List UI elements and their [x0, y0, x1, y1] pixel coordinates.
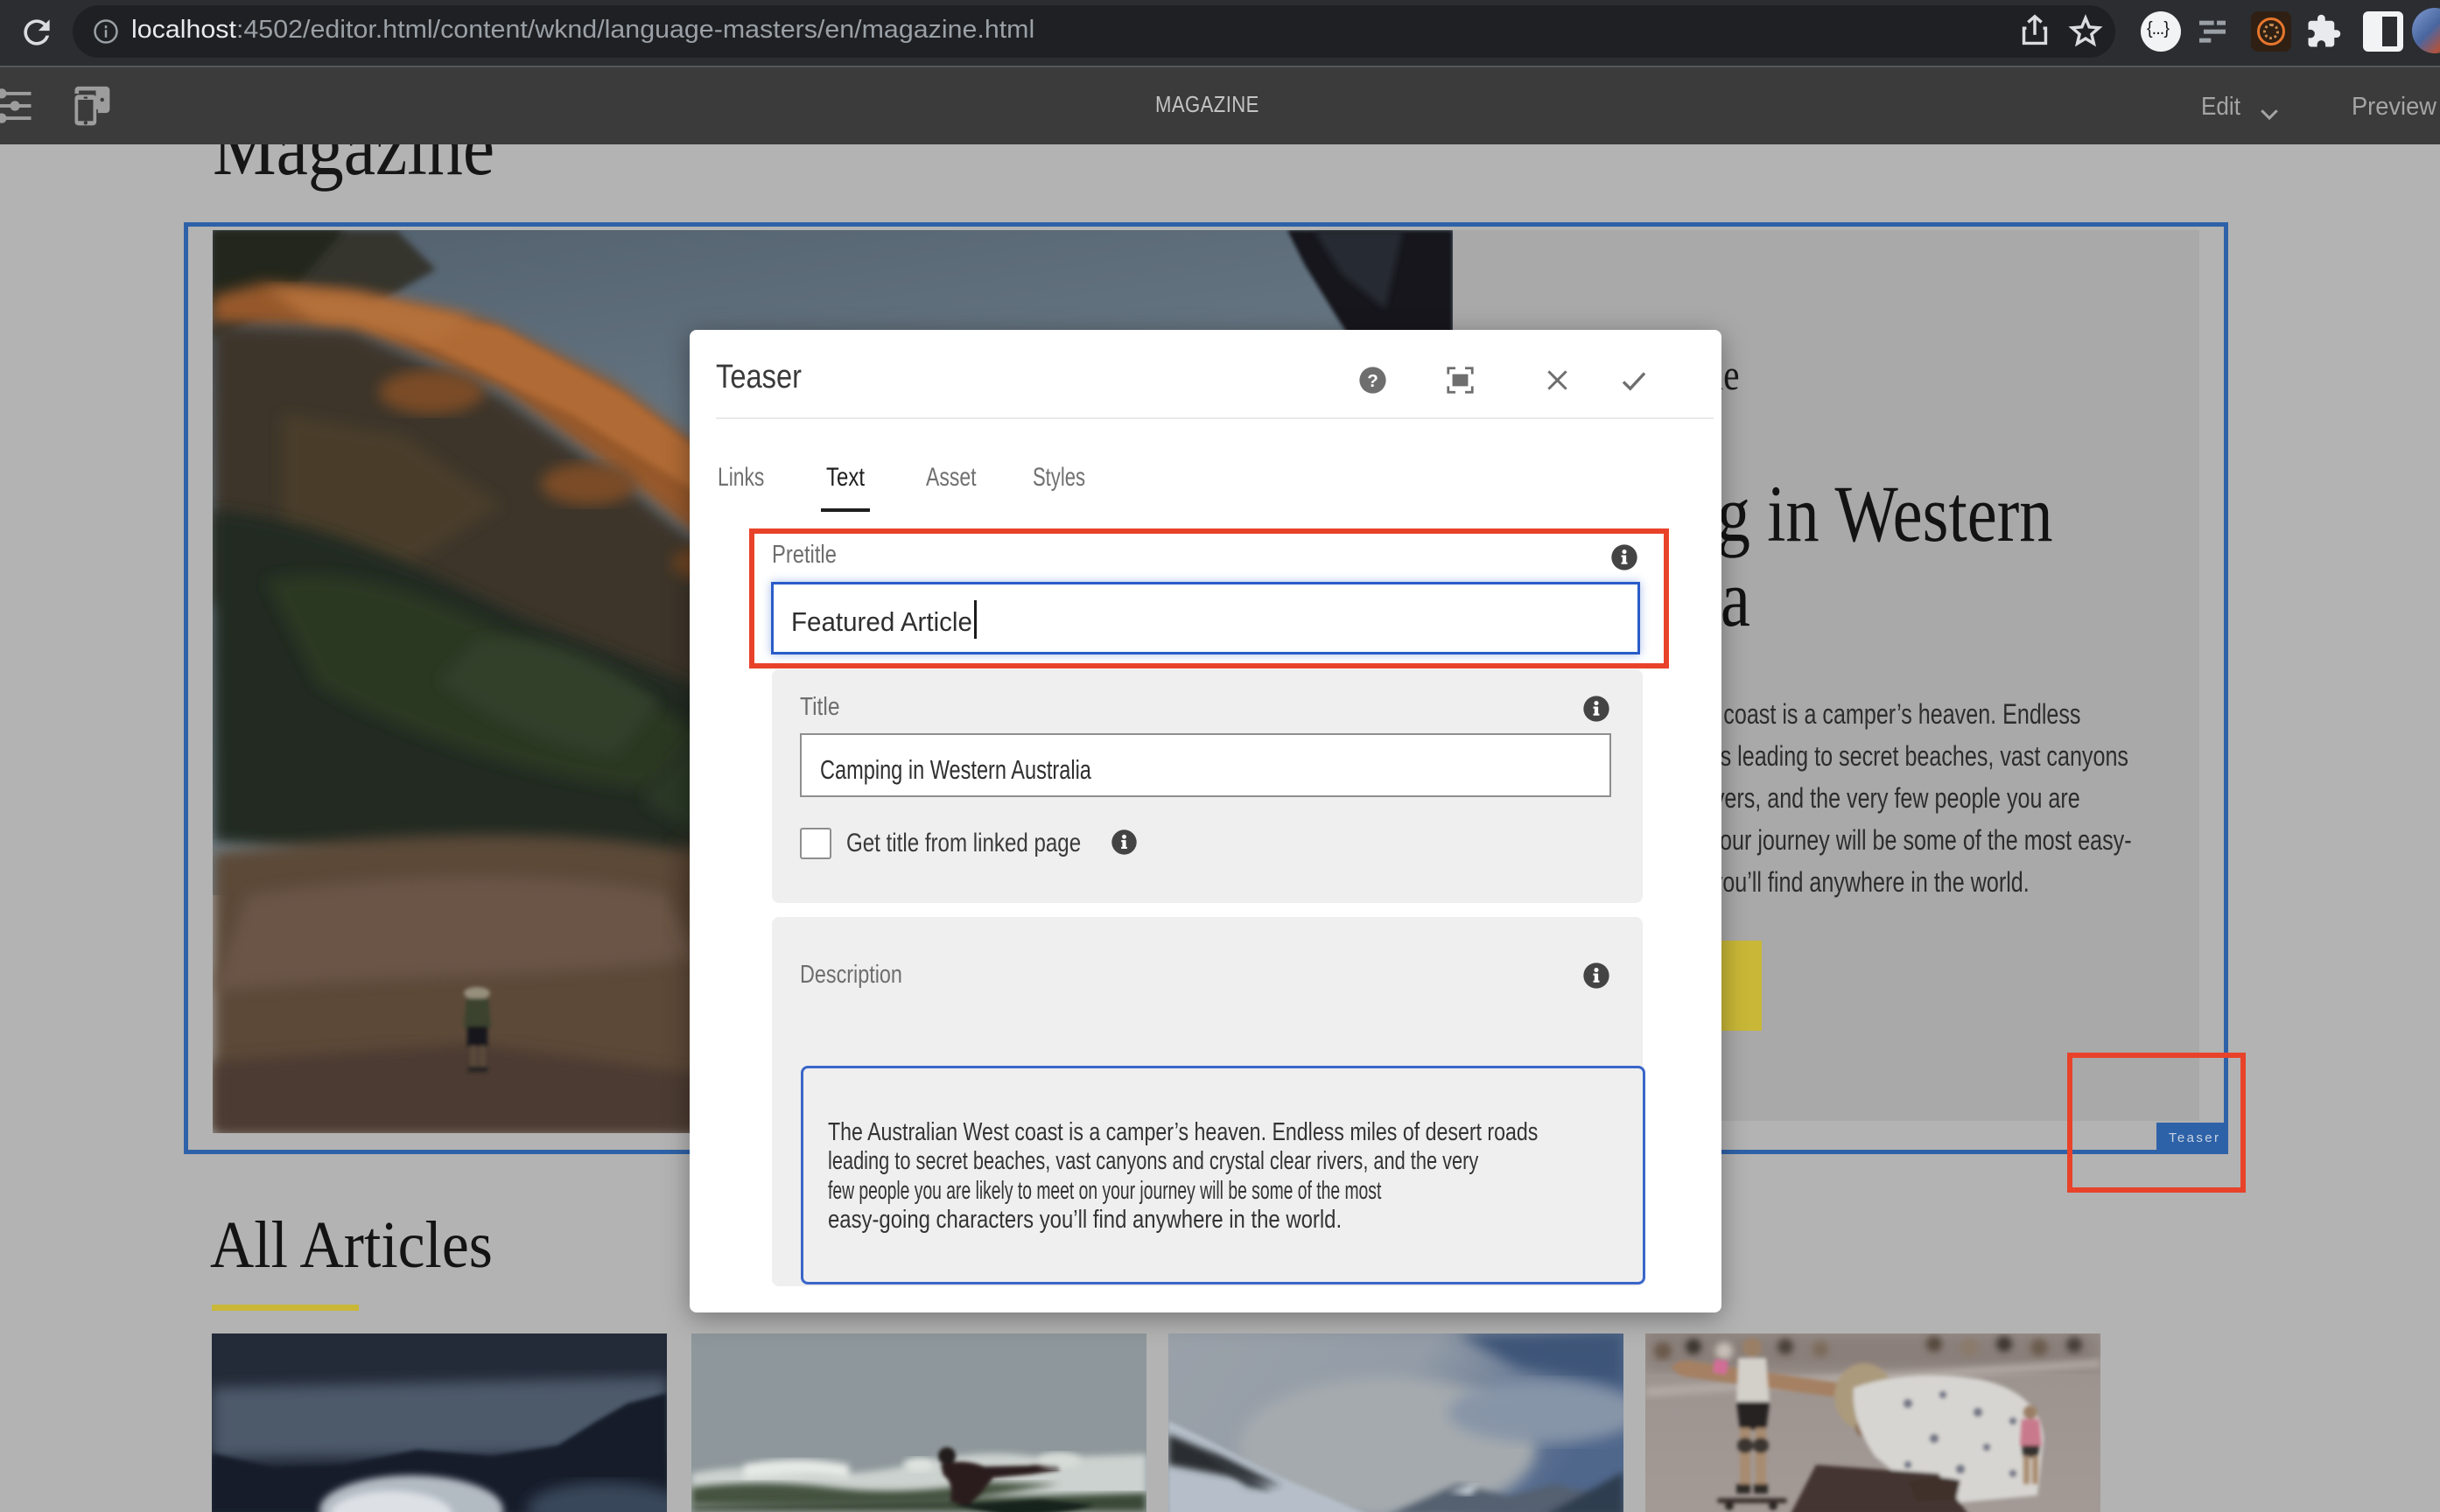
svg-text:?: ? — [1367, 371, 1378, 391]
